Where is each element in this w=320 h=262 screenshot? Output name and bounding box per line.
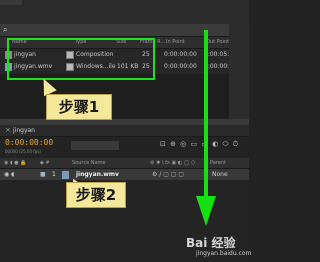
timeline-tab-label[interactable]: jingyan bbox=[13, 127, 35, 134]
parent-select[interactable]: None bbox=[212, 171, 228, 178]
timeline-layer-row[interactable]: ◉ ◖ ■ 1 jingyan.wmv ⚙ / ▢ ▢ ▢ None bbox=[0, 169, 249, 180]
current-timecode[interactable]: 0:00:00:00 bbox=[5, 138, 53, 147]
green-arrow-head-icon bbox=[196, 196, 216, 226]
project-panel-scroll-area[interactable] bbox=[229, 24, 249, 119]
fps-readout: 00000 (25.00 fps) bbox=[5, 149, 41, 154]
layer-switches[interactable]: ⚙ / ▢ ▢ ▢ bbox=[152, 171, 184, 178]
timeline-tab-bar: × jingyan bbox=[0, 125, 249, 137]
footage-file-icon bbox=[62, 171, 69, 179]
label-column-icon[interactable]: ◆ # bbox=[40, 160, 50, 166]
close-icon[interactable]: × bbox=[5, 126, 11, 134]
project-panel-empty-area bbox=[0, 74, 229, 118]
panel-tab-highlight bbox=[0, 0, 22, 5]
green-arrow-shaft bbox=[204, 30, 208, 198]
column-out-point[interactable]: Out Point bbox=[206, 39, 229, 45]
step1-highlight-box bbox=[7, 38, 155, 80]
item-in-point: 0:00:00:00 bbox=[164, 51, 197, 58]
layer-name[interactable]: jingyan.wmv bbox=[76, 171, 119, 178]
visibility-eye-icon[interactable]: ◉ ◖ bbox=[4, 171, 14, 178]
column-source-name[interactable]: Source Name bbox=[72, 160, 106, 166]
layer-index: 1 bbox=[52, 171, 56, 178]
switches-column-icons[interactable]: ⚙ ✱ \ fx ▣ ◐ ◯ ⬡ bbox=[150, 160, 195, 166]
baidu-watermark-url: jingyan.baidu.com bbox=[196, 250, 252, 257]
project-search-bar[interactable]: ⌕ bbox=[0, 24, 229, 37]
av-switches-icon[interactable]: ◉ ◖ ● 🔒 bbox=[4, 160, 26, 166]
layer-column-header: ◉ ◖ ● 🔒 ◆ # Source Name ⚙ ✱ \ fx ▣ ◐ ◯ ⬡… bbox=[0, 158, 249, 169]
step1-callout: 步骤1 bbox=[46, 94, 112, 120]
label-color-icon[interactable]: ■ bbox=[40, 171, 46, 178]
column-in-point[interactable]: In Point bbox=[166, 39, 185, 45]
timeline-toolbar-icons[interactable]: ⊡ ⊕ ◎ ▭ ▭ ◐ ⬭ ⏱ bbox=[160, 140, 239, 149]
project-panel-top bbox=[0, 0, 249, 24]
baidu-watermark-logo: Bai 经验 bbox=[186, 236, 236, 250]
search-icon[interactable]: ⌕ bbox=[3, 25, 7, 35]
item-in-point: 0:00:00:00 bbox=[164, 63, 197, 70]
column-parent[interactable]: Parent bbox=[210, 160, 226, 166]
timeline-search-input[interactable] bbox=[70, 140, 120, 151]
step2-callout: 步骤2 bbox=[66, 182, 126, 208]
